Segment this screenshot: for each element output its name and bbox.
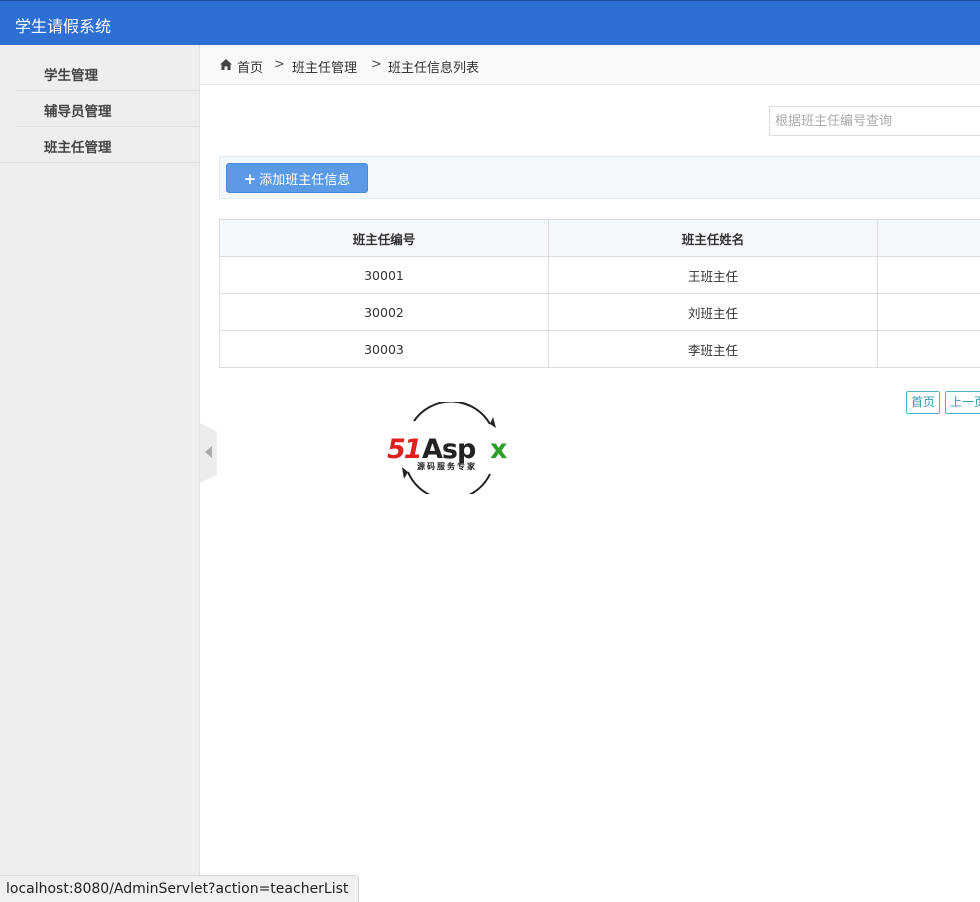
cell-name: 刘班主任	[548, 293, 878, 331]
sidebar-item-label: 学生管理	[44, 68, 98, 84]
cell-id: 30003	[219, 330, 549, 368]
breadcrumb-home-link[interactable]: 首页	[237, 57, 263, 76]
table-row: 30002 刘班主任	[219, 293, 980, 331]
svg-text:x: x	[490, 434, 507, 465]
chevron-left-icon	[205, 446, 212, 458]
head-teacher-table: 班主任编号 班主任姓名 30001 王班主任 30002 刘班主任 30003 …	[219, 219, 980, 368]
cell-name: 王班主任	[548, 256, 878, 294]
column-header-id: 班主任编号	[219, 219, 549, 257]
app-title: 学生请假系统	[15, 17, 112, 36]
cell-actions	[877, 293, 980, 331]
breadcrumb-separator: >	[274, 57, 285, 72]
home-icon	[220, 59, 232, 70]
toolbar: + 添加班主任信息	[219, 156, 980, 199]
app-header: 学生请假系统	[0, 0, 980, 45]
sidebar-item-counselor-management[interactable]: 辅导员管理	[16, 91, 200, 127]
add-head-teacher-button[interactable]: + 添加班主任信息	[226, 163, 368, 193]
cell-name: 李班主任	[548, 330, 878, 368]
table-header-row: 班主任编号 班主任姓名	[219, 219, 980, 257]
svg-text:51: 51	[387, 434, 421, 465]
sidebar-item-label: 班主任管理	[44, 140, 112, 156]
51aspx-logo: 51 Asp x 源码服务专家	[387, 402, 507, 494]
table-row: 30003 李班主任	[219, 330, 980, 368]
sidebar-item-student-management[interactable]: 学生管理	[16, 55, 200, 91]
sidebar: 学生管理 辅导员管理 班主任管理	[0, 45, 200, 902]
table-row: 30001 王班主任	[219, 256, 980, 294]
breadcrumb-current-page: 班主任信息列表	[388, 61, 480, 76]
search-input[interactable]	[769, 106, 980, 136]
svg-text:源码服务专家: 源码服务专家	[417, 461, 477, 471]
breadcrumb-separator: >	[371, 57, 382, 72]
plus-icon: +	[243, 169, 257, 188]
column-header-name: 班主任姓名	[548, 219, 878, 257]
status-bar-url: localhost:8080/AdminServlet?action=teach…	[0, 875, 360, 902]
cell-actions	[877, 256, 980, 294]
column-header-actions	[877, 219, 980, 257]
prev-page-button[interactable]: 上一页	[945, 391, 980, 414]
breadcrumb-head-teacher-management[interactable]: 班主任管理	[292, 57, 357, 76]
breadcrumb: 首页 > 班主任管理 > 班主任信息列表	[200, 45, 980, 85]
sidebar-item-head-teacher-management[interactable]: 班主任管理	[16, 127, 200, 163]
sidebar-collapse-handle[interactable]	[200, 423, 217, 483]
cell-id: 30001	[219, 256, 549, 294]
cell-id: 30002	[219, 293, 549, 331]
cell-actions	[877, 330, 980, 368]
sidebar-item-label: 辅导员管理	[44, 104, 112, 120]
add-button-label: 添加班主任信息	[259, 172, 351, 188]
first-page-button[interactable]: 首页	[906, 391, 941, 414]
svg-text:Asp: Asp	[422, 434, 476, 465]
sidebar-divider	[0, 162, 200, 163]
